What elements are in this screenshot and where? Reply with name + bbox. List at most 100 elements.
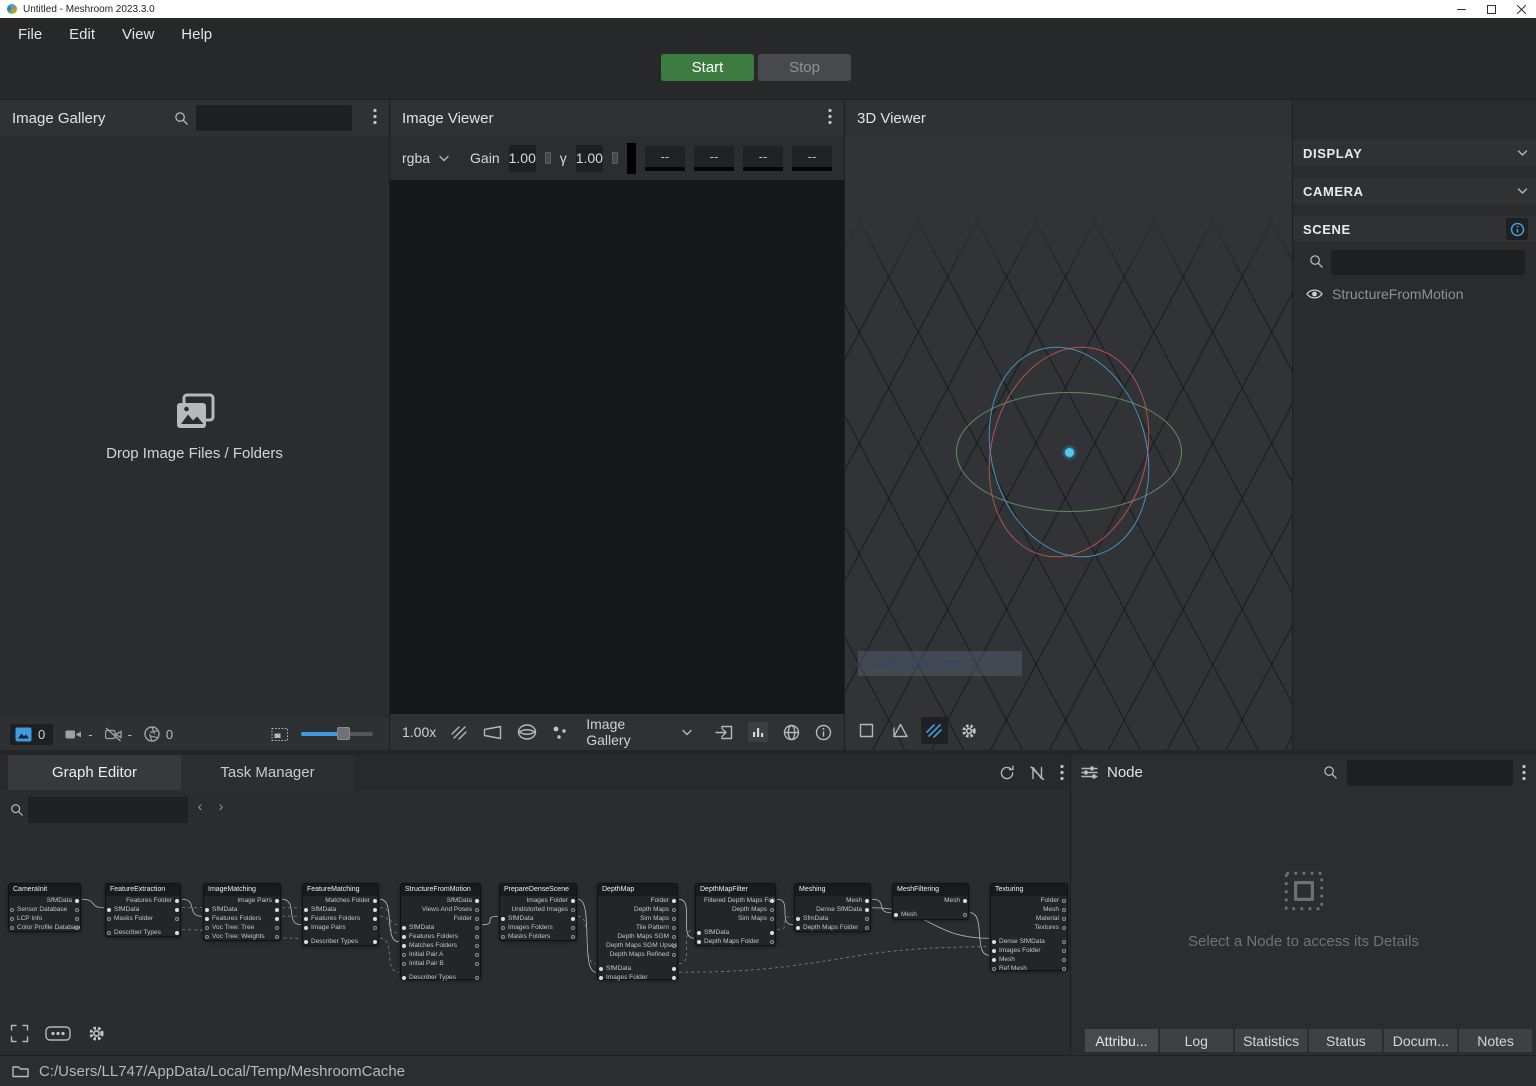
color-picker-swatch[interactable] [627, 143, 636, 174]
node-pin[interactable]: Ref Mesh [991, 964, 1067, 973]
tab-statistics[interactable]: Statistics [1235, 1029, 1308, 1052]
tab-documentation[interactable]: Docum... [1384, 1029, 1457, 1052]
node-pin[interactable]: Initial Pair B [401, 959, 480, 968]
fit-view-icon[interactable] [10, 1024, 29, 1043]
node-pin[interactable]: Undistorted Images [500, 905, 576, 914]
node-pin[interactable]: Masks Folder [106, 914, 180, 923]
node-pin[interactable]: Image Pairs [204, 896, 280, 905]
node-pin[interactable]: Folder [401, 914, 480, 923]
node-pin[interactable]: Matches Folders [401, 941, 480, 950]
node-pin[interactable]: Mesh [795, 896, 870, 905]
minimize-button[interactable] [1446, 0, 1476, 18]
node-pin[interactable]: Filtered Depth Maps Folder [696, 896, 775, 905]
node-pin[interactable]: SfMData [696, 928, 775, 937]
node-pin[interactable]: Initial Pair A [401, 950, 480, 959]
node-pin[interactable]: Textures [991, 923, 1067, 932]
menu-view[interactable]: View [122, 26, 154, 43]
node-pin[interactable]: Image Pairs [303, 923, 378, 932]
features-hatch-icon[interactable] [451, 725, 468, 740]
node-pin[interactable]: Mesh [991, 955, 1067, 964]
node-pin[interactable]: Features Folders [204, 914, 280, 923]
kebab-menu-icon[interactable] [1060, 764, 1064, 781]
node-pin[interactable]: SfmData [795, 914, 870, 923]
gamma-input[interactable]: 1.00 [576, 145, 603, 172]
node-pin[interactable]: Features Folder [106, 896, 180, 905]
node-pin[interactable]: Masks Folders [500, 932, 576, 941]
gain-input[interactable]: 1.00 [509, 145, 536, 172]
menu-file[interactable]: File [18, 26, 42, 43]
node-pin[interactable]: SfMData [303, 905, 378, 914]
kebab-menu-icon[interactable] [373, 108, 377, 125]
tab-task-manager[interactable]: Task Manager [181, 755, 354, 790]
node-pin[interactable]: Sim Maps [696, 914, 775, 923]
node-pin[interactable]: Depth Maps Folder [795, 923, 870, 932]
node-pin[interactable]: Features Folders [401, 932, 480, 941]
node-pin[interactable]: SfMData [204, 905, 280, 914]
output-attribute-icon[interactable] [715, 725, 733, 740]
node-pin[interactable]: Dense SfMData [991, 937, 1067, 946]
start-button[interactable]: Start [661, 54, 754, 81]
node-pin[interactable]: Images Folders [500, 923, 576, 932]
node-pin[interactable]: Images Folder [598, 973, 677, 982]
node-pin[interactable]: SfMData [401, 896, 480, 905]
node-pin[interactable]: Features Folders [303, 914, 378, 923]
graph-node-FeatureMatching[interactable]: FeatureMatchingMatches FolderSfMDataFeat… [302, 883, 379, 946]
node-pin[interactable]: Depth Maps [598, 905, 677, 914]
gallery-drop-zone[interactable]: Drop Image Files / Folders [0, 136, 389, 718]
node-pin[interactable]: SfMData [106, 905, 180, 914]
node-pin[interactable]: Color Profile Database [9, 923, 80, 932]
node-pin[interactable]: Depth Maps Folder [696, 937, 775, 946]
scene-search-input[interactable] [1331, 250, 1525, 275]
tab-attributes[interactable]: Attribu... [1085, 1029, 1158, 1052]
statistics-chart-icon[interactable] [748, 722, 768, 742]
bounding-box-icon[interactable] [853, 717, 880, 744]
node-pin[interactable]: Folder [991, 896, 1067, 905]
node-pin[interactable]: Sim Maps [598, 914, 677, 923]
info-icon[interactable] [815, 724, 832, 741]
eye-icon[interactable] [1306, 288, 1323, 300]
more-options-icon[interactable] [45, 1025, 71, 1042]
node-pin[interactable]: Dense SfMData [795, 905, 870, 914]
next-result-icon[interactable]: › [214, 798, 228, 814]
thumbnail-size-slider[interactable] [301, 732, 373, 736]
viewer-3d-canvas[interactable]: Window Snip [845, 136, 1292, 750]
slider-handle[interactable] [337, 727, 350, 740]
graph-node-PrepareDenseScene[interactable]: PrepareDenseSceneImages FolderUndistorte… [499, 883, 577, 941]
node-pin[interactable]: Depth Maps SGM [598, 932, 677, 941]
tab-notes[interactable]: Notes [1459, 1029, 1532, 1052]
node-pin[interactable]: Describer Types [106, 928, 180, 937]
scene-info-icon[interactable] [1506, 218, 1528, 240]
node-pin[interactable]: Describer Types [401, 973, 480, 982]
node-pin[interactable]: Images Folder [991, 946, 1067, 955]
node-pin[interactable]: Mesh [893, 910, 968, 919]
node-pin[interactable]: Folder [598, 896, 677, 905]
display-section-header[interactable]: DISPLAY [1293, 140, 1536, 166]
node-pin[interactable]: Mesh [991, 905, 1067, 914]
tab-status[interactable]: Status [1309, 1029, 1382, 1052]
graph-node-StructureFromMotion[interactable]: StructureFromMotionSfMDataViews And Pose… [400, 883, 481, 980]
menu-edit[interactable]: Edit [69, 26, 95, 43]
node-pin[interactable]: Depth Maps Refined [598, 950, 677, 959]
tab-log[interactable]: Log [1160, 1029, 1233, 1052]
node-pin[interactable]: SfMData [9, 896, 80, 905]
sfm-points-icon[interactable] [552, 725, 567, 740]
node-graph-canvas[interactable]: CameraInitSfMDataSensor DatabaseLCP Info… [0, 830, 1070, 1015]
graph-node-CameraInit[interactable]: CameraInitSfMDataSensor DatabaseLCP Info… [8, 883, 81, 932]
stop-button[interactable]: Stop [758, 54, 851, 81]
node-pin[interactable]: Depth Maps SGM Upscaled [598, 941, 677, 950]
node-pin[interactable]: Material [991, 914, 1067, 923]
node-pin[interactable]: Describer Types [303, 937, 378, 946]
node-pin[interactable]: SfMData [401, 923, 480, 932]
graph-node-DepthMapFilter[interactable]: DepthMapFilterFiltered Depth Maps Folder… [695, 883, 776, 946]
node-pin[interactable]: SfMData [598, 964, 677, 973]
node-pin[interactable]: Matches Folder [303, 896, 378, 905]
texture-hatch-icon[interactable] [921, 717, 948, 744]
image-frame-icon[interactable] [483, 725, 502, 740]
node-pin[interactable]: SfMData [500, 914, 576, 923]
kebab-menu-icon[interactable] [828, 108, 832, 125]
node-pin[interactable]: Sensor Database [9, 905, 80, 914]
scene-media-item[interactable]: StructureFromMotion [1293, 283, 1536, 305]
channel-select[interactable]: rgba [402, 150, 449, 166]
node-pin[interactable]: Voc Tree: Weights [204, 932, 280, 941]
node-pin[interactable]: LCP Info [9, 914, 80, 923]
